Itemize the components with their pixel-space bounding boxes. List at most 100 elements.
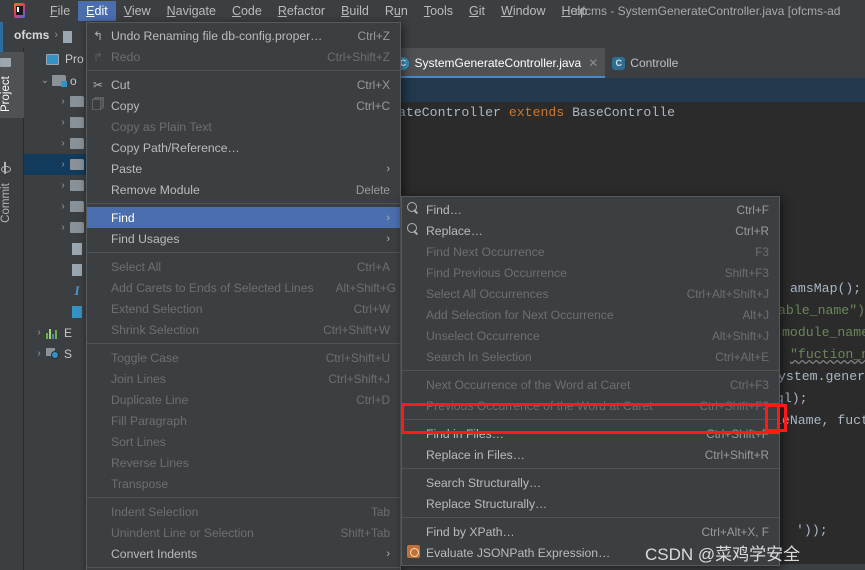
menu-item-label: Select All — [111, 259, 162, 274]
menu-window[interactable]: Window — [493, 1, 553, 21]
menu-file[interactable]: File — [42, 1, 78, 21]
chevron-right-icon[interactable]: › — [56, 159, 70, 170]
menu-item-label: Redo — [111, 49, 141, 64]
menu-item-copy[interactable]: 🗍 Copy Ctrl+C — [87, 95, 400, 116]
submenu-item-replace[interactable]: Replace… Ctrl+R — [402, 220, 779, 241]
sidebar-item-commit[interactable]: Commit — [0, 156, 24, 229]
editor-tab-systemgeneratecontroller-java[interactable]: C SystemGenerateController.java ✕ — [389, 48, 606, 78]
breadcrumb-separator-icon: › — [54, 29, 59, 41]
submenu-item-find-next-occurrence[interactable]: Find Next Occurrence F3 — [402, 241, 779, 262]
menu-view[interactable]: View — [116, 1, 159, 21]
chevron-right-icon[interactable]: › — [32, 348, 46, 359]
menu-run[interactable]: Run — [377, 1, 416, 21]
menu-item-select-all[interactable]: Select All Ctrl+A — [87, 256, 400, 277]
menu-item-unindent-line-or-selection[interactable]: Unindent Line or Selection Shift+Tab — [87, 522, 400, 543]
menu-item-label: Find… — [426, 202, 462, 217]
menu-item-duplicate-line[interactable]: Duplicate Line Ctrl+D — [87, 389, 400, 410]
menu-item-shortcut: Ctrl+Shift+R — [704, 447, 769, 462]
folder-icon — [70, 159, 84, 170]
folder-icon — [70, 96, 84, 107]
submenu-item-find[interactable]: Find… Ctrl+F — [402, 199, 779, 220]
menu-item-fill-paragraph[interactable]: Fill Paragraph — [87, 410, 400, 431]
submenu-item-search-structurally[interactable]: Search Structurally… — [402, 472, 779, 493]
chevron-right-icon[interactable]: › — [32, 327, 46, 338]
intellij-idea-window: File Edit View Navigate Code Refactor Bu… — [0, 0, 865, 570]
editor-tab-controller[interactable]: C Controlle — [605, 48, 685, 78]
menu-item-label: Find Next Occurrence — [426, 244, 545, 259]
menu-item-label: Unselect Occurrence — [426, 328, 540, 343]
submenu-item-find-in-files[interactable]: Find in Files… Ctrl+Shift+F — [402, 423, 779, 444]
submenu-item-add-selection-next-occurrence[interactable]: Add Selection for Next Occurrence Alt+J — [402, 304, 779, 325]
java-class-dim-icon: C — [612, 56, 626, 70]
chevron-right-icon[interactable]: › — [56, 180, 70, 191]
menu-item-extend-selection[interactable]: Extend Selection Ctrl+W — [87, 298, 400, 319]
project-panel-title: Pro — [65, 52, 84, 66]
menu-refactor[interactable]: Refactor — [270, 1, 333, 21]
chevron-right-icon[interactable]: › — [56, 201, 70, 212]
menu-item-shortcut: Shift+F3 — [724, 265, 769, 280]
menu-item-copy-as-plain-text[interactable]: Copy as Plain Text — [87, 116, 400, 137]
close-icon[interactable]: ✕ — [588, 56, 598, 70]
folder-icon — [70, 117, 84, 128]
menu-build[interactable]: Build — [333, 1, 377, 21]
menu-item-shortcut: Ctrl+Shift+Z — [327, 49, 390, 64]
menu-item-redo[interactable]: ↱ Redo Ctrl+Shift+Z — [87, 46, 400, 67]
menu-navigate[interactable]: Navigate — [159, 1, 224, 21]
menu-git[interactable]: Git — [461, 1, 493, 21]
editor-tab-label: SystemGenerateController.java — [414, 56, 582, 70]
submenu-item-unselect-occurrence[interactable]: Unselect Occurrence Alt+Shift+J — [402, 325, 779, 346]
copy-icon: 🗍 — [92, 97, 104, 111]
submenu-item-replace-in-files[interactable]: Replace in Files… Ctrl+Shift+R — [402, 444, 779, 465]
redo-icon: ↱ — [92, 49, 104, 64]
menu-item-find-usages[interactable]: Find Usages › — [87, 228, 400, 249]
menu-item-find[interactable]: Find › — [87, 207, 400, 228]
chevron-right-icon[interactable]: › — [56, 138, 70, 149]
chevron-right-icon[interactable]: › — [56, 222, 70, 233]
menu-item-remove-module[interactable]: Remove Module Delete — [87, 179, 400, 200]
chevron-right-icon[interactable]: › — [56, 96, 70, 107]
menu-separator — [87, 497, 400, 498]
menu-item-shortcut: Ctrl+Shift+W — [323, 322, 390, 337]
menu-item-toggle-case[interactable]: Toggle Case Ctrl+Shift+U — [87, 347, 400, 368]
submenu-item-find-by-xpath[interactable]: Find by XPath… Ctrl+Alt+X, F — [402, 521, 779, 542]
menu-item-indent-selection[interactable]: Indent Selection Tab — [87, 501, 400, 522]
menu-item-label: Copy as Plain Text — [111, 119, 212, 134]
menu-item-convert-indents[interactable]: Convert Indents › — [87, 543, 400, 564]
menu-item-shortcut: Shift+Tab — [340, 525, 390, 540]
chevron-right-icon: › — [386, 547, 390, 560]
menu-item-add-carets-ends[interactable]: Add Carets to Ends of Selected Lines Alt… — [87, 277, 400, 298]
menu-edit[interactable]: Edit — [78, 1, 116, 21]
menu-separator — [402, 370, 779, 371]
chevron-right-icon: › — [386, 232, 390, 245]
menu-item-undo[interactable]: ↰ Undo Renaming file db-config.proper… C… — [87, 25, 400, 46]
submenu-item-select-all-occurrences[interactable]: Select All Occurrences Ctrl+Alt+Shift+J — [402, 283, 779, 304]
menu-item-shortcut: Ctrl+Z — [357, 28, 390, 43]
submenu-item-next-occurrence-word-at-caret[interactable]: Next Occurrence of the Word at Caret Ctr… — [402, 374, 779, 395]
menu-item-join-lines[interactable]: Join Lines Ctrl+Shift+J — [87, 368, 400, 389]
submenu-item-previous-occurrence-word-at-caret[interactable]: Previous Occurrence of the Word at Caret… — [402, 395, 779, 416]
menu-item-label: Fill Paragraph — [111, 413, 187, 428]
menu-item-cut[interactable]: ✂ Cut Ctrl+X — [87, 74, 400, 95]
submenu-item-find-previous-occurrence[interactable]: Find Previous Occurrence Shift+F3 — [402, 262, 779, 283]
menu-item-transpose[interactable]: Transpose — [87, 473, 400, 494]
menu-item-paste[interactable]: Paste › — [87, 158, 400, 179]
menu-item-label: Replace in Files… — [426, 447, 525, 462]
menu-item-label: Replace… — [426, 223, 483, 238]
folder-icon — [70, 222, 84, 233]
editor-tab-label: Controlle — [630, 56, 679, 70]
menu-item-copy-path-reference[interactable]: Copy Path/Reference… — [87, 137, 400, 158]
chevron-down-icon[interactable]: ⌄ — [38, 75, 52, 86]
menu-item-sort-lines[interactable]: Sort Lines — [87, 431, 400, 452]
menu-item-label: Find by XPath… — [426, 524, 515, 539]
submenu-item-search-in-selection[interactable]: Search In Selection Ctrl+Alt+E — [402, 346, 779, 367]
menu-code[interactable]: Code — [224, 1, 270, 21]
menu-item-label: Select All Occurrences — [426, 286, 549, 301]
sidebar-item-project[interactable]: Project — [0, 52, 24, 118]
menu-item-reverse-lines[interactable]: Reverse Lines — [87, 452, 400, 473]
menu-item-shrink-selection[interactable]: Shrink Selection Ctrl+Shift+W — [87, 319, 400, 340]
chevron-right-icon[interactable]: › — [56, 117, 70, 128]
menu-item-shortcut: F3 — [755, 244, 769, 259]
breadcrumb-project[interactable]: ofcms — [14, 28, 49, 42]
menu-tools[interactable]: Tools — [416, 1, 461, 21]
submenu-item-replace-structurally[interactable]: Replace Structurally… — [402, 493, 779, 514]
